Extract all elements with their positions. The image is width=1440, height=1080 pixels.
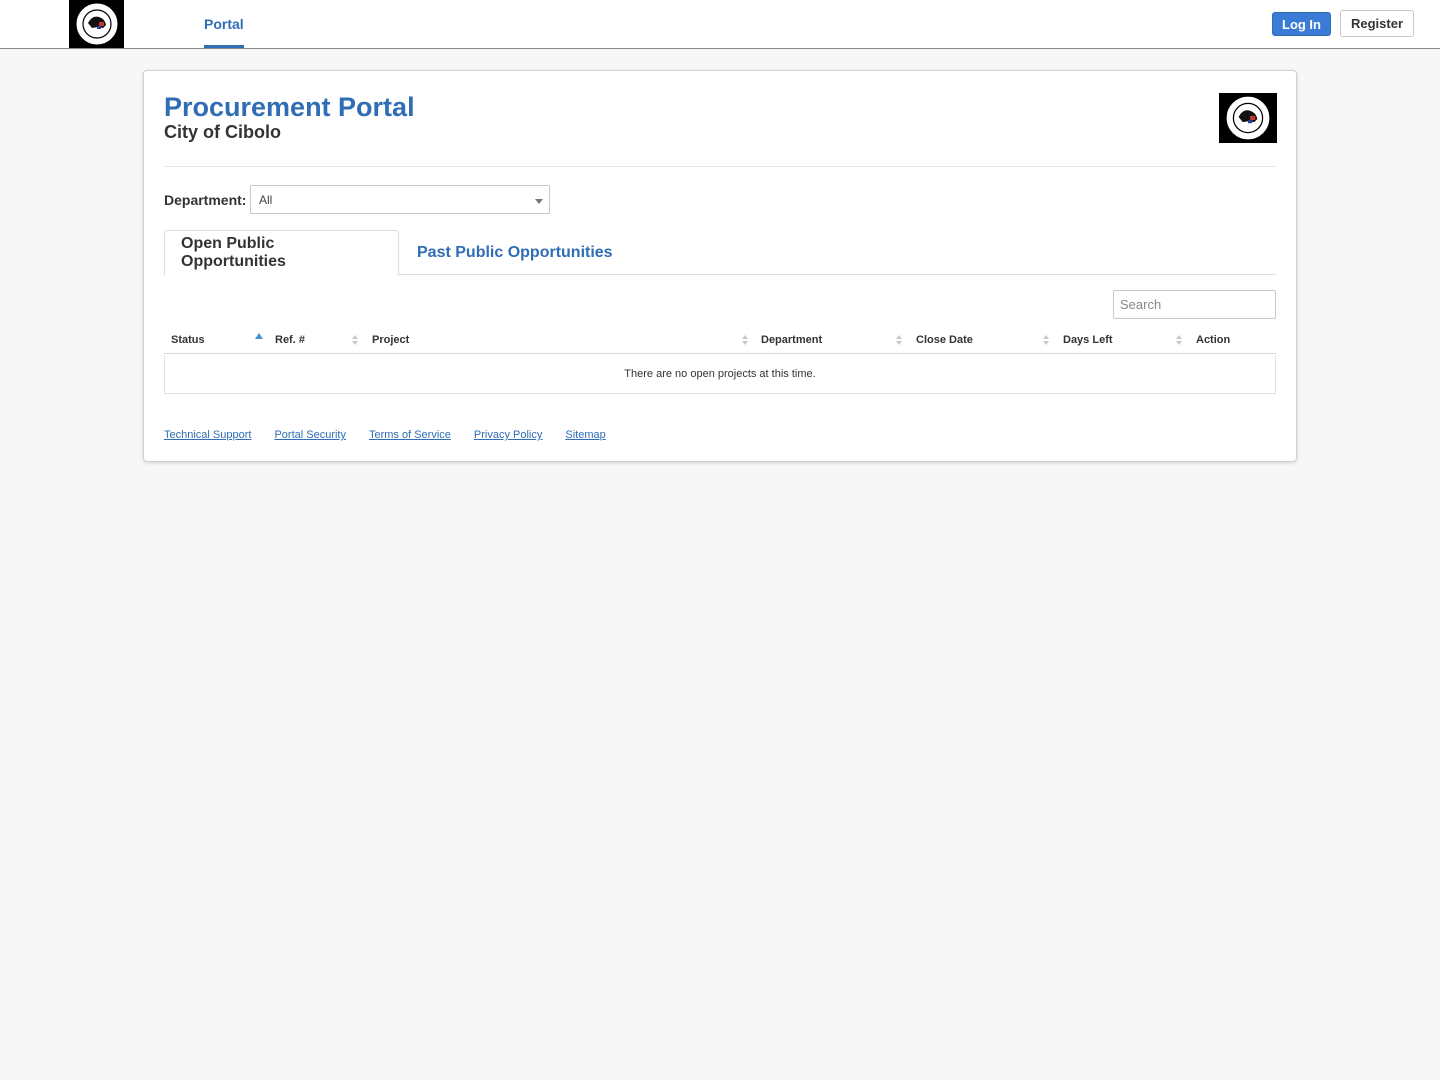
top-nav: Portal Log In Register <box>0 0 1440 49</box>
table-empty-message: There are no open projects at this time. <box>164 355 1276 394</box>
city-seal-logo[interactable] <box>69 0 124 48</box>
footer-links: Technical Support Portal Security Terms … <box>164 429 629 441</box>
header-divider <box>164 166 1276 167</box>
tab-past-opportunities[interactable]: Past Public Opportunities <box>401 230 629 275</box>
department-label: Department: <box>164 192 247 208</box>
procurement-card: Procurement Portal City of Cibolo Depart… <box>143 70 1297 462</box>
seal-icon <box>75 2 118 46</box>
department-select-value: All <box>259 192 273 207</box>
column-header-ref[interactable]: Ref. # <box>275 325 305 354</box>
column-header-days-left[interactable]: Days Left <box>1063 325 1113 354</box>
column-header-status[interactable]: Status <box>171 325 205 354</box>
department-select[interactable]: All <box>250 185 550 214</box>
login-button[interactable]: Log In <box>1272 12 1331 36</box>
sort-asc-icon[interactable] <box>254 325 264 354</box>
link-privacy-policy[interactable]: Privacy Policy <box>474 429 542 441</box>
sort-icon[interactable] <box>740 325 750 354</box>
column-header-department[interactable]: Department <box>761 325 822 354</box>
sort-icon[interactable] <box>1174 325 1184 354</box>
link-technical-support[interactable]: Technical Support <box>164 429 251 441</box>
search-input[interactable] <box>1113 290 1276 319</box>
sort-icon[interactable] <box>350 325 360 354</box>
chevron-down-icon <box>535 199 543 204</box>
nav-tab-portal[interactable]: Portal <box>204 0 244 48</box>
sort-icon[interactable] <box>1041 325 1051 354</box>
seal-icon <box>1225 95 1271 141</box>
tab-open-opportunities[interactable]: Open Public Opportunities <box>164 230 399 276</box>
page-title: Procurement Portal <box>164 92 415 122</box>
link-sitemap[interactable]: Sitemap <box>565 429 605 441</box>
register-button[interactable]: Register <box>1340 10 1414 37</box>
column-header-project[interactable]: Project <box>372 325 409 354</box>
table-header: Status Ref. # Project Department Close D… <box>164 325 1276 354</box>
sort-icon[interactable] <box>894 325 904 354</box>
column-header-close-date[interactable]: Close Date <box>916 325 973 354</box>
column-header-action: Action <box>1196 333 1231 346</box>
link-terms-of-service[interactable]: Terms of Service <box>369 429 451 441</box>
link-portal-security[interactable]: Portal Security <box>274 429 346 441</box>
card-seal-logo <box>1219 93 1277 143</box>
page-subtitle: City of Cibolo <box>164 122 281 142</box>
opportunity-tabs: Open Public Opportunities Past Public Op… <box>164 230 1276 276</box>
